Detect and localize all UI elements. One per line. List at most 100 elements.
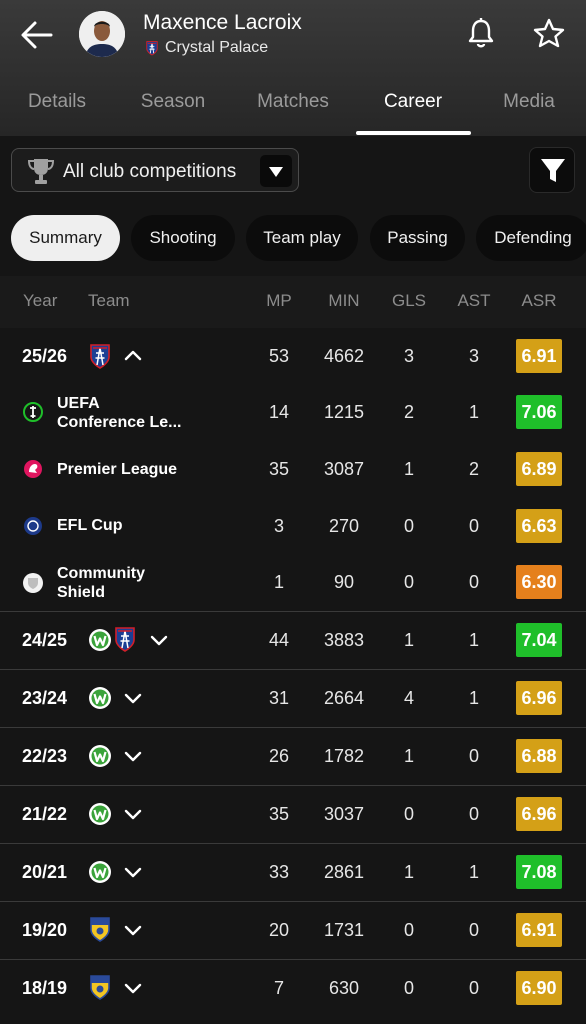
cell-ast: 1	[468, 862, 479, 882]
chevron-down-icon[interactable]	[122, 861, 144, 883]
season-year: 20/21	[22, 862, 68, 882]
player-avatar	[79, 11, 125, 57]
season-row[interactable]: 24/25 44 3883 1 1 7.04	[0, 612, 586, 669]
season-year: 19/20	[22, 920, 68, 940]
cell-gls: 0	[403, 978, 414, 998]
cell-mp: 20	[268, 920, 290, 940]
chevron-down-icon[interactable]	[122, 803, 144, 825]
cell-gls: 0	[403, 920, 414, 940]
cell-mp: 44	[268, 630, 290, 650]
col-ast[interactable]: AST	[444, 291, 504, 311]
app-header: Maxence Lacroix Crystal Palace Details S…	[0, 0, 586, 136]
col-year[interactable]: Year	[23, 291, 57, 311]
season-year: 24/25	[22, 630, 68, 650]
cell-mp: 31	[268, 688, 290, 708]
competition-dropdown[interactable]: All club competitions	[11, 148, 299, 192]
cell-min: 1782	[323, 746, 365, 766]
chevron-down-icon[interactable]	[122, 687, 144, 709]
cell-min: 2664	[323, 688, 365, 708]
season-year: 25/26	[22, 346, 68, 366]
cell-gls: 2	[403, 402, 414, 422]
competition-row[interactable]: EFL Cup 3 270 0 0 6.63	[0, 498, 586, 554]
cell-ast: 0	[468, 746, 479, 766]
season-row[interactable]: 23/24 31 2664 4 1 6.96	[0, 670, 586, 727]
cell-gls: 3	[403, 346, 414, 366]
col-mp[interactable]: MP	[249, 291, 309, 311]
sochaux-crest-icon	[88, 916, 112, 942]
season-year: 22/23	[22, 746, 68, 766]
cell-mp: 33	[268, 862, 290, 882]
chevron-down-icon[interactable]	[122, 919, 144, 941]
season-row[interactable]: 21/22 35 3037 0 0 6.96	[0, 786, 586, 843]
cell-ast: 0	[468, 978, 479, 998]
cell-min: 90	[333, 572, 355, 592]
season-row[interactable]: 20/21 33 2861 1 1 7.08	[0, 844, 586, 901]
tab-matches[interactable]: Matches	[244, 84, 342, 136]
cell-mp: 14	[268, 402, 290, 422]
col-gls[interactable]: GLS	[379, 291, 439, 311]
rating-badge: 6.30	[516, 565, 562, 599]
competition-row[interactable]: Premier League 35 3087 1 2 6.89	[0, 441, 586, 498]
wolfsburg-crest-icon	[88, 627, 112, 653]
chip-shooting[interactable]: Shooting	[131, 215, 235, 261]
season-row[interactable]: 18/19 7 630 0 0 6.90	[0, 960, 586, 1018]
player-name: Maxence Lacroix	[143, 11, 302, 34]
competition-row[interactable]: Community Shield 1 90 0 0 6.30	[0, 554, 586, 611]
tab-details[interactable]: Details	[14, 84, 100, 136]
crystal-palace-crest-icon	[145, 40, 159, 56]
rating-badge: 6.88	[516, 739, 562, 773]
chip-passing[interactable]: Passing	[370, 215, 465, 261]
chevron-up-icon[interactable]	[122, 345, 144, 367]
competition-name-line1: Community	[57, 565, 145, 582]
cell-gls: 1	[403, 630, 414, 650]
filter-button[interactable]	[529, 147, 575, 193]
funnel-icon	[541, 159, 565, 182]
crystal-palace-crest-icon	[88, 343, 112, 369]
cell-min: 630	[328, 978, 360, 998]
sochaux-crest-icon	[88, 974, 112, 1000]
cell-gls: 1	[403, 862, 414, 882]
rating-badge: 7.08	[516, 855, 562, 889]
bell-icon[interactable]	[466, 17, 496, 49]
chip-team-play[interactable]: Team play	[246, 215, 358, 261]
competition-row[interactable]: UEFA Conference Le... 14 1215 2 1 7.06	[0, 384, 586, 441]
cell-min: 3883	[323, 630, 365, 650]
tab-media[interactable]: Media	[484, 84, 574, 136]
chevron-down-icon[interactable]	[148, 629, 170, 651]
competition-name-line1: EFL Cup	[57, 517, 123, 534]
chevron-down-icon[interactable]	[122, 745, 144, 767]
premier-league-icon	[24, 460, 42, 478]
season-year: 18/19	[22, 978, 68, 998]
cell-ast: 1	[468, 688, 479, 708]
chip-defending[interactable]: Defending	[476, 215, 586, 261]
chevron-down-icon[interactable]	[122, 977, 144, 999]
cell-mp: 1	[273, 572, 284, 592]
tab-career[interactable]: Career	[366, 84, 460, 136]
trophy-icon	[27, 159, 55, 184]
col-asr[interactable]: ASR	[509, 291, 569, 311]
cell-ast: 1	[468, 402, 479, 422]
wolfsburg-crest-icon	[88, 801, 112, 827]
cell-mp: 35	[268, 459, 290, 479]
season-year: 21/22	[22, 804, 68, 824]
tab-season[interactable]: Season	[128, 84, 218, 136]
cell-ast: 3	[468, 346, 479, 366]
cell-ast: 0	[468, 804, 479, 824]
season-row[interactable]: 19/20 20 1731 0 0 6.91	[0, 902, 586, 959]
rating-badge: 6.89	[516, 452, 562, 486]
cell-min: 1731	[323, 920, 365, 940]
crystal-palace-crest-icon	[113, 626, 137, 652]
favorite-star-icon[interactable]	[532, 17, 566, 49]
chip-summary[interactable]: Summary	[11, 215, 120, 261]
rating-badge: 6.91	[516, 913, 562, 947]
col-min[interactable]: MIN	[314, 291, 374, 311]
cell-mp: 7	[273, 978, 284, 998]
season-row[interactable]: 22/23 26 1782 1 0 6.88	[0, 728, 586, 785]
season-row-expanded[interactable]: 25/26 53 4662 3 3 6.91	[0, 328, 586, 384]
efl-cup-icon	[24, 517, 42, 535]
club-row[interactable]: Crystal Palace	[145, 39, 268, 57]
back-arrow-icon[interactable]	[18, 16, 56, 54]
col-team[interactable]: Team	[88, 291, 130, 311]
cell-mp: 26	[268, 746, 290, 766]
dropdown-arrow[interactable]	[260, 155, 292, 187]
